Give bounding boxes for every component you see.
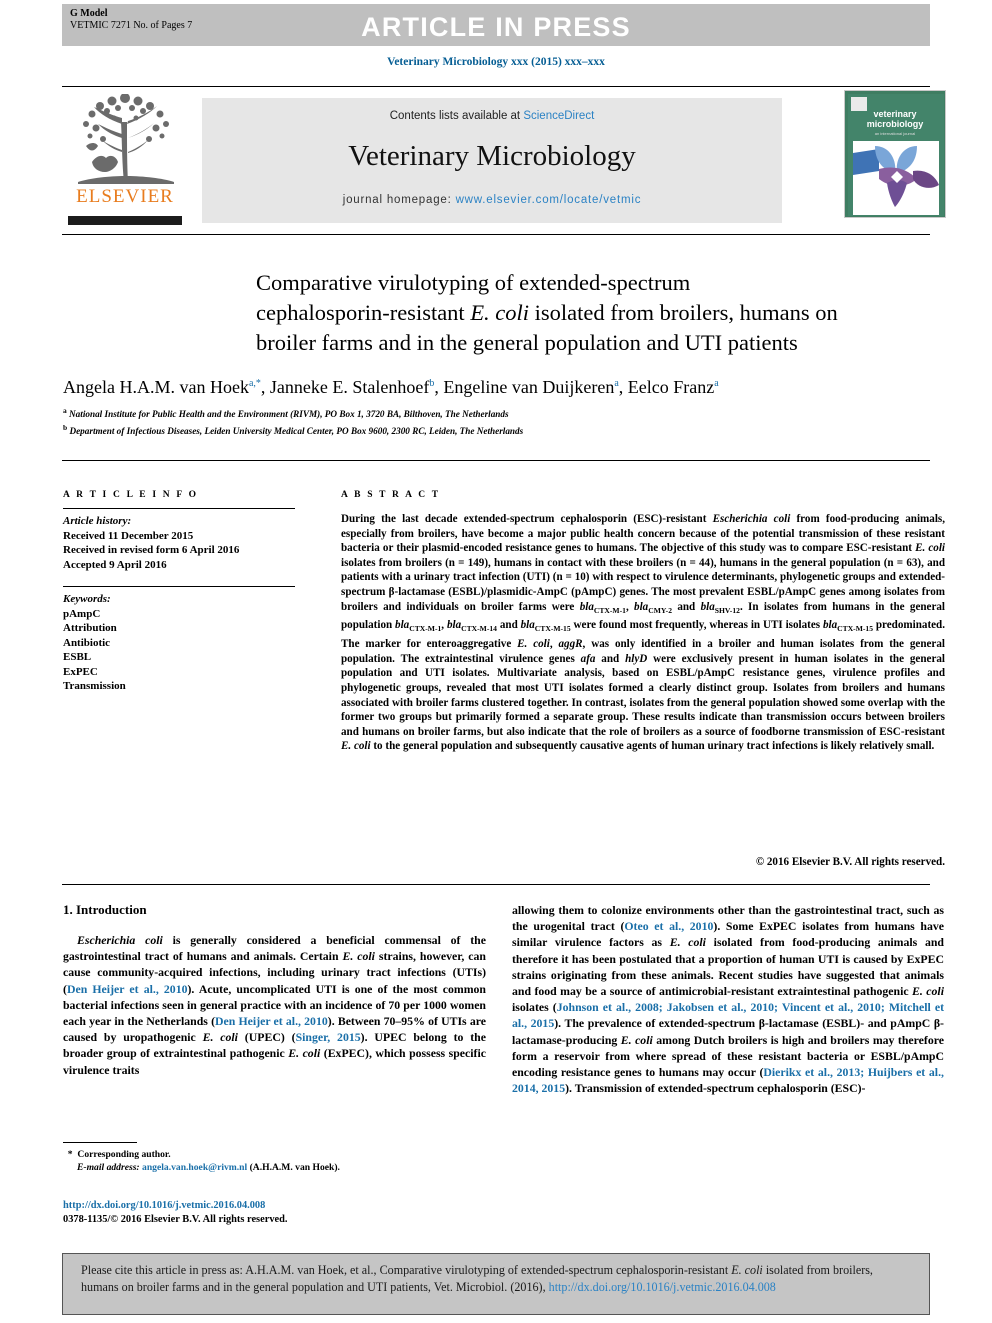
article-title: Comparative virulotyping of extended-spe… [256,268,946,358]
article-history-block: Article history: Received 11 December 20… [63,508,313,572]
keyword-item: Antibiotic [63,636,111,649]
footnote-rule [63,1142,137,1143]
masthead: ELSEVIER Contents lists available at Sci… [62,90,946,230]
corresponding-author-marker[interactable]: * [256,378,261,389]
keyword-item: Attribution [63,622,117,634]
history-item: Received in revised form 6 April 2016 [63,544,240,556]
elsevier-wordmark: ELSEVIER [76,186,174,207]
cite-text-italic: E. coli [731,1263,763,1277]
cite-this-article-text: Please cite this article in press as: A.… [81,1262,911,1295]
keywords-block: Keywords: pAmpC Attribution Antibiotic E… [63,586,313,694]
masthead-top-rule [62,86,930,87]
author-2: Janneke E. Stalenhoefb [269,377,435,397]
affiliations: a National Institute for Public Health a… [63,404,943,438]
abstract-text: During the last decade extended-spectrum… [341,513,946,753]
contents-prefix: Contents lists available at [389,110,524,122]
sciencedirect-link[interactable]: ScienceDirect [523,110,594,122]
masthead-bottom-rule [62,234,930,235]
elsevier-logo: ELSEVIER [64,94,186,226]
corresponding-note: * Corresponding author. [63,1149,171,1160]
svg-text:an international journal: an international journal [875,131,916,136]
contents-available-line: Contents lists available at ScienceDirec… [202,110,782,122]
keyword-item: ExPEC [63,665,98,678]
author-list: Angela H.A.M. van Hoeka,*, Janneke E. St… [63,377,719,397]
article-info-column: Article history: Received 11 December 20… [63,508,313,708]
body-column-left: 1. Introduction Escherichia coli is gene… [63,902,486,1078]
affiliation-a: a National Institute for Public Health a… [63,406,509,420]
cite-this-article-box: Please cite this article in press as: A.… [62,1253,930,1315]
history-rule [63,508,295,509]
svg-text:veterinary: veterinary [873,109,916,119]
elsevier-bar [68,216,182,225]
author-1: Angela H.A.M. van Hoeka,* [63,377,261,397]
abstract-top-rule [62,460,930,461]
article-history-label: Article history: [63,515,132,527]
author-3: Engeline van Duijkerena [443,377,619,397]
g-model-text: G Model [70,8,108,19]
body-column-right: allowing them to colonize environments o… [512,902,944,1096]
svg-text:microbiology: microbiology [867,119,924,129]
author-affil-marker: a [614,378,619,389]
intro-paragraph-left: Escherichia coli is generally considered… [63,933,486,1077]
journal-citation-line: Veterinary Microbiology xxx (2015) xxx–x… [387,56,605,68]
author-4: Eelco Franza [627,377,719,397]
journal-homepage-line: journal homepage: www.elsevier.com/locat… [202,194,782,206]
g-model-ref: VETMIC 7271 No. of Pages 7 [70,20,193,31]
history-item: Received 11 December 2015 [63,529,194,542]
citation-link[interactable]: Den Heijer et al., 2010 [67,982,188,996]
intro-paragraph-right: allowing them to colonize environments o… [512,903,945,1096]
corresponding-note-text: Corresponding author. [77,1149,171,1160]
email-label: E-mail address: [77,1162,140,1173]
affiliation-a-text: National Institute for Public Health and… [69,409,509,420]
affiliation-b-text: Department of Infectious Diseases, Leide… [69,426,524,437]
history-item: Accepted 9 April 2016 [63,558,167,571]
homepage-prefix: journal homepage: [342,194,456,206]
doi-link[interactable]: http://dx.doi.org/10.1016/j.vetmic.2016.… [63,1199,493,1213]
journal-masthead-box: Contents lists available at ScienceDirec… [202,98,782,223]
section-heading-introduction: 1. Introduction [63,902,147,917]
cite-doi-link[interactable]: http://dx.doi.org/10.1016/j.vetmic.2016.… [549,1280,776,1294]
keyword-item: Transmission [63,680,126,692]
article-info-heading: A R T I C L E I N F O [63,490,199,500]
citation-link[interactable]: Den Heijer et al., 2010 [215,1014,328,1028]
citation-link[interactable]: Johnson et al., 2008; Jakobsen et al., 2… [512,1000,944,1030]
journal-cover-thumbnail: veterinary microbiology an international… [844,90,946,218]
abstract-copyright: © 2016 Elsevier B.V. All rights reserved… [755,856,945,868]
keyword-item: pAmpC [63,607,101,620]
abstract-bottom-rule [62,884,930,885]
author-affil-marker: a, [248,378,256,389]
issn-copyright-line: 0378-1135/© 2016 Elsevier B.V. All right… [63,1214,288,1225]
author-affil-marker: a [714,378,719,389]
journal-cover-artwork: veterinary microbiology an international… [845,91,945,217]
keywords-rule [63,586,295,587]
abstract-heading: A B S T R A C T [341,490,441,500]
affiliation-b: b Department of Infectious Diseases, Lei… [63,423,524,437]
title-line-2a: cephalosporin-resistant [256,300,471,325]
doi-footer-block: http://dx.doi.org/10.1016/j.vetmic.2016.… [63,1199,493,1227]
keywords-label: Keywords: [63,593,111,605]
email-suffix: (A.H.A.M. van Hoek). [249,1162,340,1173]
elsevier-tree-icon [78,94,174,184]
journal-name: Veterinary Microbiology [348,140,636,172]
title-line-1: Comparative virulotyping of extended-spe… [256,270,691,295]
title-line-2b: isolated from broilers, humans on [529,300,838,325]
citation-link[interactable]: Dierikx et al., 2013; Huijbers et al., 2… [512,1065,944,1095]
cite-text-a: Please cite this article in press as: A.… [81,1263,732,1277]
g-model-label: G Model VETMIC 7271 No. of Pages 7 [70,8,192,32]
corresponding-author-footnote: * Corresponding author. E-mail address: … [63,1148,493,1174]
corresponding-email-link[interactable]: angela.van.hoek@rivm.nl [142,1162,247,1173]
title-line-2-italic: E. coli [470,300,530,325]
keyword-item: ESBL [63,651,92,663]
citation-link[interactable]: Oteo et al., 2010 [624,919,713,933]
author-affil-marker: b [429,378,435,389]
email-note: E-mail address: angela.van.hoek@rivm.nl … [63,1161,493,1174]
citation-link[interactable]: Singer, 2015 [296,1030,361,1044]
title-line-3: broiler farms and in the general populat… [256,330,798,355]
journal-homepage-link[interactable]: www.elsevier.com/locate/vetmic [456,194,642,206]
